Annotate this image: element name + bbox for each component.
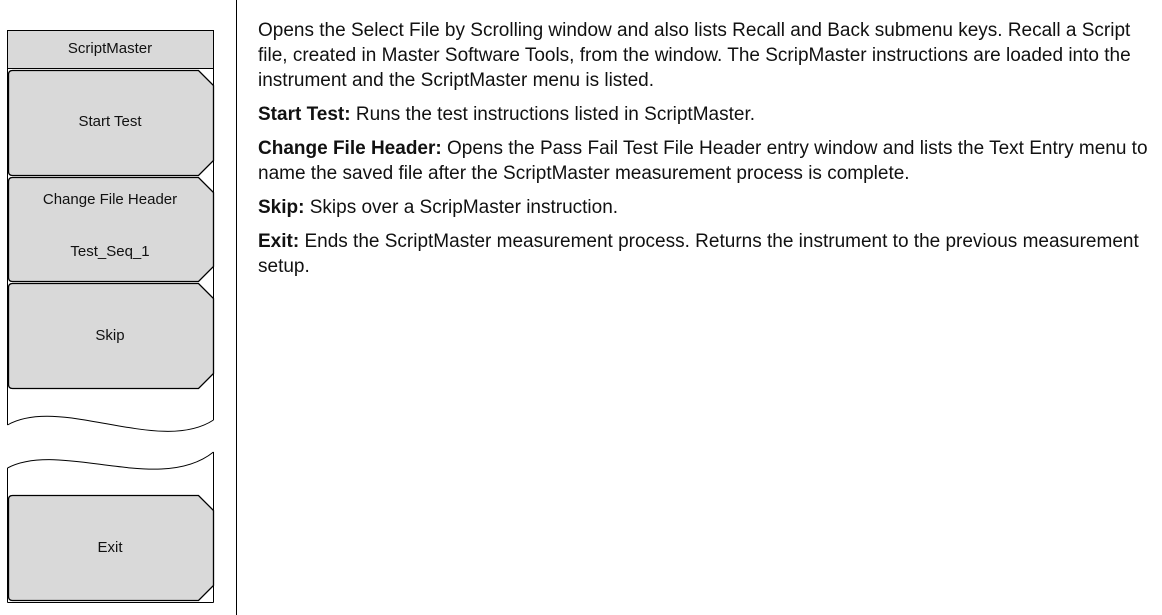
start-test-button[interactable]: Start Test bbox=[7, 113, 213, 130]
skip-description: Skip: Skips over a ScripMaster instructi… bbox=[258, 195, 1148, 220]
softkey-menu-graphic bbox=[6, 30, 216, 603]
description-column: Opens the Select File by Scrolling windo… bbox=[258, 0, 1148, 279]
skip-text: Skips over a ScripMaster instruction. bbox=[304, 197, 619, 218]
menu-title: ScriptMaster bbox=[67, 40, 153, 57]
exit-text: Ends the ScriptMaster measurement proces… bbox=[258, 231, 1139, 277]
change-file-header-description: Change File Header: Opens the Pass Fail … bbox=[258, 136, 1148, 186]
exit-button[interactable]: Exit bbox=[7, 539, 213, 556]
intro-paragraph: Opens the Select File by Scrolling windo… bbox=[258, 20, 1131, 91]
start-test-text: Runs the test instructions listed in Scr… bbox=[350, 104, 756, 125]
start-test-term: Start Test: bbox=[258, 104, 351, 125]
skip-button[interactable]: Skip bbox=[7, 327, 213, 344]
change-file-header-term: Change File Header: bbox=[258, 138, 442, 159]
exit-term: Exit: bbox=[258, 231, 300, 252]
change-file-header-value: Test_Seq_1 bbox=[70, 243, 150, 260]
change-file-header-button[interactable]: Change File Header bbox=[7, 191, 213, 208]
column-divider bbox=[236, 0, 237, 615]
start-test-description: Start Test: Runs the test instructions l… bbox=[258, 102, 1148, 127]
exit-description: Exit: Ends the ScriptMaster measurement … bbox=[258, 229, 1148, 279]
skip-term: Skip: bbox=[258, 197, 305, 218]
